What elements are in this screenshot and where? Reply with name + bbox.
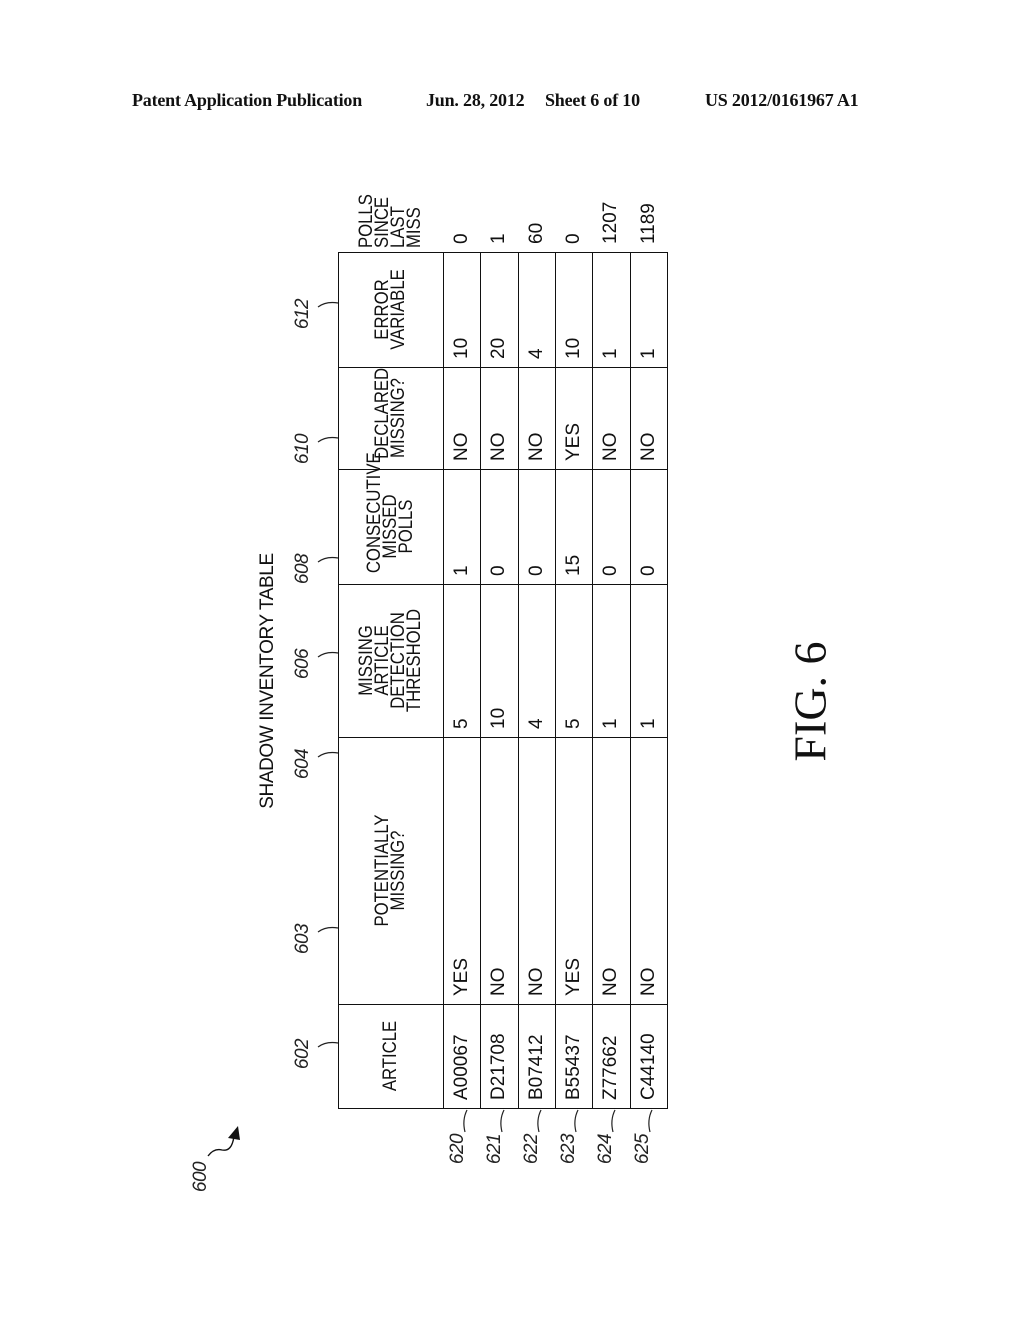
column-header: DECLARED MISSING? xyxy=(338,368,444,464)
table-cell: 20 xyxy=(480,252,519,368)
table-cell: B07412 xyxy=(518,1004,556,1109)
table-cell: Z77662 xyxy=(592,1004,631,1109)
table-cell: 4 xyxy=(518,252,556,368)
figure-label: FIG. 6 xyxy=(784,641,836,762)
publication-date: Jun. 28, 2012 xyxy=(426,90,525,110)
column-header: ARTICLE xyxy=(338,1010,444,1103)
row-reference-numeral: 622 xyxy=(521,1133,543,1165)
table-cell: 1 xyxy=(630,252,668,368)
table-cell: 0 xyxy=(592,469,631,585)
row-reference-numeral: 621 xyxy=(484,1133,506,1165)
table-cell: C44140 xyxy=(630,1004,668,1109)
column-header-line: ARTICLE xyxy=(380,1021,401,1092)
table-cell: 15 xyxy=(555,469,593,585)
table-cell: 0 xyxy=(630,469,668,585)
table-row: D21708 NO 10 0 NO 20 1 xyxy=(480,233,519,1109)
table-header-row: ARTICLE POTENTIALLY MISSING? MISSING ARTICLE… xyxy=(338,195,444,1109)
table-cell: NO xyxy=(480,737,519,1005)
table-cell: 1 xyxy=(443,469,481,585)
table-cell: 5 xyxy=(443,584,481,738)
column-header-line: MISSING? xyxy=(388,831,409,911)
row-leader-line xyxy=(500,1109,505,1133)
table-cell: NO xyxy=(592,367,631,470)
table-cell: NO xyxy=(443,367,481,470)
table-cell: 10 xyxy=(555,252,593,368)
table-row: C44140 NO 1 0 NO 1 1189 xyxy=(630,203,668,1109)
row-reference-numeral: 620 xyxy=(447,1133,469,1165)
table-row: A00067 YES 5 1 NO 10 0 xyxy=(443,233,481,1109)
row-leader-line xyxy=(611,1109,616,1133)
table-cell: B55437 xyxy=(555,1004,593,1109)
table-cell: YES xyxy=(555,367,593,470)
column-header-line: VARIABLE xyxy=(388,269,409,351)
publication-title: Patent Application Publication xyxy=(132,90,363,110)
column-leader-line xyxy=(317,556,339,563)
table-cell: NO xyxy=(518,367,556,470)
table-cell: A00067 xyxy=(443,1004,481,1109)
row-leader-line xyxy=(648,1109,653,1133)
row-leader-line xyxy=(574,1109,579,1133)
table-cell: 10 xyxy=(480,584,519,738)
column-header: POTENTIALLY MISSING? xyxy=(338,753,444,989)
column-reference-numeral: 603 xyxy=(292,923,314,955)
row-reference-numeral: 625 xyxy=(632,1133,654,1165)
table-cell: 1 xyxy=(592,584,631,738)
column-reference-numeral: 608 xyxy=(292,553,314,585)
column-header: ERROR VARIABLE xyxy=(338,259,444,361)
row-reference-numeral: 623 xyxy=(558,1133,580,1165)
table-cell: D21708 xyxy=(480,1004,519,1109)
shadow-inventory-table: ARTICLE POTENTIALLY MISSING? MISSING ARTICLE… xyxy=(338,195,668,1109)
table-cell: 1 xyxy=(630,584,668,738)
table-cell: YES xyxy=(555,737,593,1005)
column-header-line: THRESHOLD xyxy=(404,609,425,713)
sheet-number: Sheet 6 of 10 xyxy=(545,90,640,110)
table-row: B07412 NO 4 0 NO 4 60 xyxy=(518,223,556,1109)
column-leader-line xyxy=(317,651,339,658)
column-reference-numeral: 606 xyxy=(292,648,314,680)
arrowhead-icon xyxy=(228,1126,240,1140)
column-leader-line xyxy=(317,301,339,308)
table-cell: 0 xyxy=(480,469,519,585)
row-leader-line xyxy=(537,1109,542,1133)
row-leader-line xyxy=(463,1109,468,1133)
table-body: A00067 YES 5 1 NO 10 0 D21708 NO 10 0 NO 20 1 B07412 NO… xyxy=(443,202,668,1109)
patent-number: US 2012/0161967 A1 xyxy=(705,90,859,110)
arrow-icon xyxy=(207,1135,235,1157)
table-row: B55437 YES 5 15 YES 10 0 xyxy=(555,233,593,1109)
column-leader-line xyxy=(317,436,339,443)
column-reference-numeral: 604 xyxy=(292,748,314,780)
column-leader-line xyxy=(317,926,339,933)
column-reference-numeral: 610 xyxy=(292,433,314,465)
table-cell: NO xyxy=(518,737,556,1005)
table-cell: NO xyxy=(592,737,631,1005)
table-cell: 5 xyxy=(555,584,593,738)
table-cell: YES xyxy=(443,737,481,1005)
column-header: CONSECUTIVE MISSED POLLS xyxy=(338,453,444,578)
table-cell: NO xyxy=(630,367,668,470)
table-cell: 10 xyxy=(443,252,481,368)
table-caption: SHADOW INVENTORY TABLE xyxy=(257,553,278,809)
shadow-inventory-table-wrapper: ARTICLE POTENTIALLY MISSING? MISSING ARTICLE… xyxy=(338,195,668,1109)
table-cell: 0 xyxy=(518,469,556,585)
column-leader-line xyxy=(317,751,339,758)
column-leader-line xyxy=(317,1041,339,1048)
table-cell: NO xyxy=(480,367,519,470)
column-header-line: POLLS xyxy=(396,500,417,554)
column-header-line: MISSING? xyxy=(388,378,409,459)
column-reference-numeral: 612 xyxy=(292,298,314,330)
table-cell: 1 xyxy=(592,252,631,368)
table-reference-numeral: 600 xyxy=(190,1161,212,1193)
table-row: Z77662 NO 1 0 NO 1 1207 xyxy=(592,202,631,1109)
table-cell: 4 xyxy=(518,584,556,738)
row-reference-numeral: 624 xyxy=(595,1133,617,1165)
column-header: MISSING ARTICLE DETECTION THRESHOLD xyxy=(338,593,444,729)
table-cell: NO xyxy=(630,737,668,1005)
column-reference-numeral: 602 xyxy=(292,1038,314,1070)
